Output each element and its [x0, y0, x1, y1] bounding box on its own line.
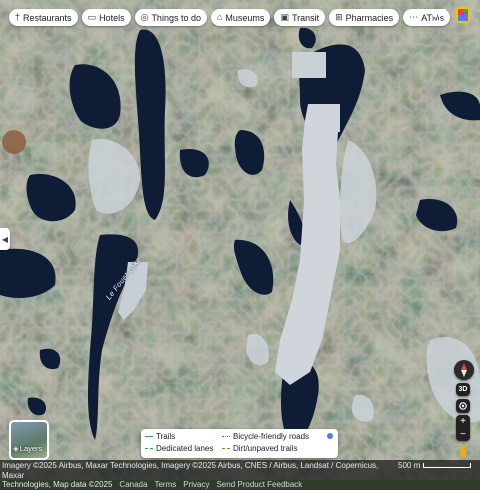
pegman-icon [460, 444, 466, 458]
museum-icon: ⌂ [216, 12, 223, 22]
fork-knife-icon: † [15, 12, 21, 22]
chip-pharmacies[interactable]: ⊞ Pharmacies [329, 9, 400, 26]
zoom-in-button[interactable]: + [460, 415, 466, 428]
dirt-line-swatch [222, 448, 230, 449]
zoom-controls: + − [456, 415, 470, 441]
collapse-panel-button[interactable]: ◀ [0, 228, 10, 250]
chip-restaurants[interactable]: † Restaurants [9, 9, 78, 26]
apps-grid-icon[interactable] [433, 9, 447, 23]
chip-transit[interactable]: ▣ Transit [274, 9, 326, 26]
chip-label: Pharmacies [345, 12, 394, 23]
zoom-out-button[interactable]: − [460, 428, 466, 441]
chip-museums[interactable]: ⌂ Museums [210, 9, 271, 26]
legend-label: Trails [156, 432, 176, 441]
road-line-swatch [222, 436, 230, 437]
bed-icon: ▭ [87, 12, 97, 22]
chip-label: Hotels [99, 12, 125, 23]
legend-item-dedicated-lanes: Dedicated lanes [145, 444, 213, 453]
attribution-text: Imagery ©2025 Airbus, Maxar Technologies… [2, 461, 392, 490]
chip-label: Things to do [151, 12, 201, 23]
attribution-bar: Imagery ©2025 Airbus, Maxar Technologies… [0, 460, 480, 489]
pharmacy-icon: ⊞ [335, 12, 343, 22]
bicycling-legend: Trails Dedicated lanes Bicycle-friendly … [141, 429, 338, 458]
pegman-button[interactable] [457, 444, 469, 458]
layers-icon: ◈ [13, 444, 19, 453]
link-canada[interactable]: Canada [119, 480, 147, 489]
legend-label: Dirt/unpaved trails [233, 444, 298, 453]
bus-icon: ▣ [280, 12, 289, 22]
target-icon [459, 402, 467, 410]
camera-icon: ◎ [140, 12, 149, 22]
legend-item-trails: Trails [145, 432, 175, 441]
lane-line-swatch [145, 448, 153, 449]
legend-dot-icon [327, 433, 333, 439]
imagery-credit: Imagery ©2025 Airbus, Maxar Technologies… [2, 461, 379, 480]
scale-label: 500 m [398, 461, 421, 470]
layers-button[interactable]: ◈ Layers [9, 420, 49, 460]
compass-icon [461, 363, 467, 377]
scale-bar[interactable]: 500 m [398, 461, 472, 470]
map-data-credit: Technologies, Map data ©2025 [2, 480, 113, 489]
chip-hotels[interactable]: ▭ Hotels [81, 9, 131, 26]
category-chips: † Restaurants ▭ Hotels ◎ Things to do ⌂ … [9, 9, 451, 26]
chevron-left-icon: ◀ [1, 234, 9, 244]
account-avatar[interactable] [455, 6, 471, 24]
legend-label: Bicycle-friendly roads [233, 432, 310, 441]
chip-label: Transit [291, 12, 320, 23]
compass-button[interactable] [454, 360, 474, 380]
chip-things-to-do[interactable]: ◎ Things to do [134, 9, 207, 26]
scale-ruler [423, 463, 472, 468]
link-send-feedback[interactable]: Send Product Feedback [216, 480, 302, 489]
trail-line-swatch [145, 436, 153, 437]
atm-icon: ⋯ [409, 12, 419, 22]
legend-item-bicycle-friendly-roads: Bicycle-friendly roads [222, 432, 309, 441]
chip-label: Museums [225, 12, 265, 23]
satellite-map[interactable] [0, 0, 480, 480]
chip-label: Restaurants [23, 12, 72, 23]
3d-toggle-button[interactable]: 3D [456, 383, 470, 396]
link-terms[interactable]: Terms [154, 480, 176, 489]
legend-item-dirt-unpaved-trails: Dirt/unpaved trails [222, 444, 297, 453]
my-location-button[interactable] [456, 399, 470, 413]
link-privacy[interactable]: Privacy [183, 480, 209, 489]
layers-label: Layers [19, 444, 43, 453]
legend-label: Dedicated lanes [156, 444, 214, 453]
